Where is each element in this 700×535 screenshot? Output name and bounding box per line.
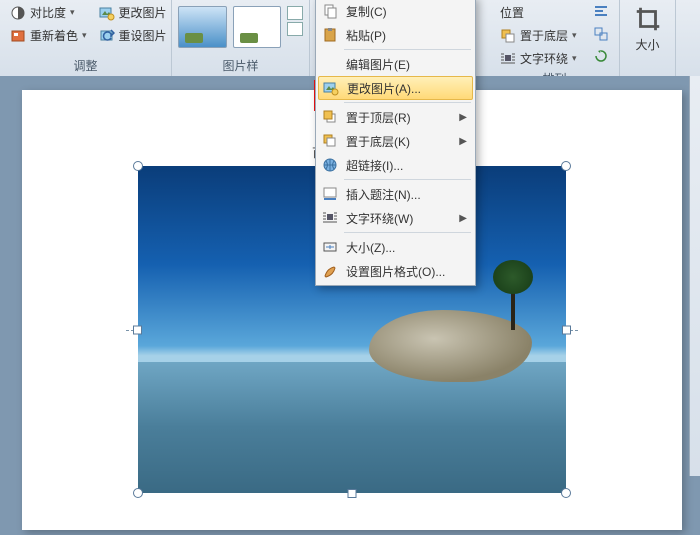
menu-bring-front-label: 置于顶层(R) [346, 109, 453, 126]
menu-copy[interactable]: 复制(C) [318, 0, 473, 23]
resize-handle-bl[interactable] [133, 488, 143, 498]
recolor-icon [10, 28, 26, 44]
menu-caption-label: 插入题注(N)... [346, 186, 467, 203]
change-picture-label: 更改图片 [119, 4, 167, 21]
style-thumb-2[interactable] [233, 6, 282, 48]
group-icon [593, 26, 609, 42]
menu-separator [344, 49, 471, 50]
group-adjust: 对比度▾ 重新着色▾ 更改图片 重设图片 调整 [0, 0, 172, 76]
contrast-label: 对比度 [30, 4, 66, 21]
position-button[interactable]: 位置 [496, 2, 581, 23]
menu-change-picture[interactable]: 更改图片(A)... [318, 76, 473, 100]
change-picture-icon [321, 80, 341, 96]
context-menu: 复制(C) 粘贴(P) 编辑图片(E) 更改图片(A)... 置于顶层(R)▶ … [315, 0, 476, 286]
rotate-icon [593, 48, 609, 64]
resize-handle-b[interactable] [348, 489, 357, 498]
send-back-icon [500, 28, 516, 44]
submenu-arrow-icon: ▶ [459, 112, 467, 123]
caption-icon [320, 186, 340, 202]
change-picture-button[interactable]: 更改图片 [95, 2, 171, 23]
format-picture-icon [320, 263, 340, 279]
send-back-label: 置于底层 [520, 27, 568, 44]
group-objects-button[interactable] [589, 24, 613, 44]
menu-bring-front[interactable]: 置于顶层(R) ▶ [318, 105, 473, 129]
group-styles-title: 图片样 [178, 56, 303, 75]
align-button[interactable] [589, 2, 613, 22]
menu-edit-picture-label: 编辑图片(E) [346, 56, 467, 73]
menu-copy-label: 复制(C) [346, 3, 467, 20]
align-icon [593, 4, 609, 20]
contrast-icon [10, 5, 26, 21]
submenu-arrow-icon: ▶ [459, 213, 467, 224]
rotate-button[interactable] [589, 46, 613, 66]
text-wrap-icon [320, 210, 340, 226]
menu-paste-label: 粘贴(P) [346, 27, 467, 44]
resize-handle-tl[interactable] [133, 161, 143, 171]
menu-text-wrap-label: 文字环绕(W) [346, 210, 453, 227]
crop-icon [633, 4, 663, 34]
style-more-up[interactable] [287, 6, 303, 20]
text-wrap-label: 文字环绕 [520, 50, 568, 67]
bring-front-icon [320, 109, 340, 125]
menu-hyperlink-label: 超链接(I)... [346, 157, 467, 174]
size-icon [320, 239, 340, 255]
group-picture-styles: 图片样 [172, 0, 310, 76]
resize-handle-tr[interactable] [561, 161, 571, 171]
position-label: 位置 [500, 4, 524, 21]
reset-picture-label: 重设图片 [119, 27, 167, 44]
text-wrap-button[interactable]: 文字环绕▾ [496, 48, 581, 69]
resize-handle-r[interactable] [562, 325, 571, 334]
menu-format-picture[interactable]: 设置图片格式(O)... [318, 259, 473, 283]
group-arrange: 位置 置于底层▾ 文字环绕▾ 排列 [490, 0, 620, 76]
menu-size[interactable]: 大小(Z)... [318, 235, 473, 259]
paste-icon [320, 27, 340, 43]
menu-separator [344, 179, 471, 180]
recolor-button[interactable]: 重新着色▾ [6, 25, 91, 46]
style-more-down[interactable] [287, 22, 303, 36]
reset-picture-button[interactable]: 重设图片 [95, 25, 171, 46]
resize-handle-br[interactable] [561, 488, 571, 498]
menu-separator [344, 102, 471, 103]
style-thumb-1[interactable] [178, 6, 227, 48]
menu-send-back[interactable]: 置于底层(K) ▶ [318, 129, 473, 153]
send-back-icon [320, 133, 340, 149]
submenu-arrow-icon: ▶ [459, 136, 467, 147]
recolor-label: 重新着色 [30, 27, 78, 44]
menu-size-label: 大小(Z)... [346, 239, 467, 256]
group-adjust-title: 调整 [6, 56, 165, 75]
right-sidebar[interactable] [689, 76, 700, 476]
text-wrap-icon [500, 51, 516, 67]
menu-format-picture-label: 设置图片格式(O)... [346, 263, 467, 280]
crop-button[interactable]: 大小 [629, 2, 667, 55]
group-size: 大小 [620, 0, 676, 76]
menu-edit-picture[interactable]: 编辑图片(E) [318, 52, 473, 76]
menu-send-back-label: 置于底层(K) [346, 133, 453, 150]
menu-text-wrap[interactable]: 文字环绕(W) ▶ [318, 206, 473, 230]
menu-separator [344, 232, 471, 233]
resize-handle-l[interactable] [133, 325, 142, 334]
menu-insert-caption[interactable]: 插入题注(N)... [318, 182, 473, 206]
send-back-button[interactable]: 置于底层▾ [496, 25, 581, 46]
menu-hyperlink[interactable]: 超链接(I)... [318, 153, 473, 177]
hyperlink-icon [320, 157, 340, 173]
copy-icon [320, 3, 340, 19]
menu-paste[interactable]: 粘贴(P) [318, 23, 473, 47]
reset-picture-icon [99, 28, 115, 44]
menu-change-picture-label: 更改图片(A)... [347, 80, 466, 97]
change-picture-icon [99, 5, 115, 21]
contrast-button[interactable]: 对比度▾ [6, 2, 91, 23]
group-size-title [626, 73, 669, 75]
size-label: 大小 [635, 36, 659, 53]
